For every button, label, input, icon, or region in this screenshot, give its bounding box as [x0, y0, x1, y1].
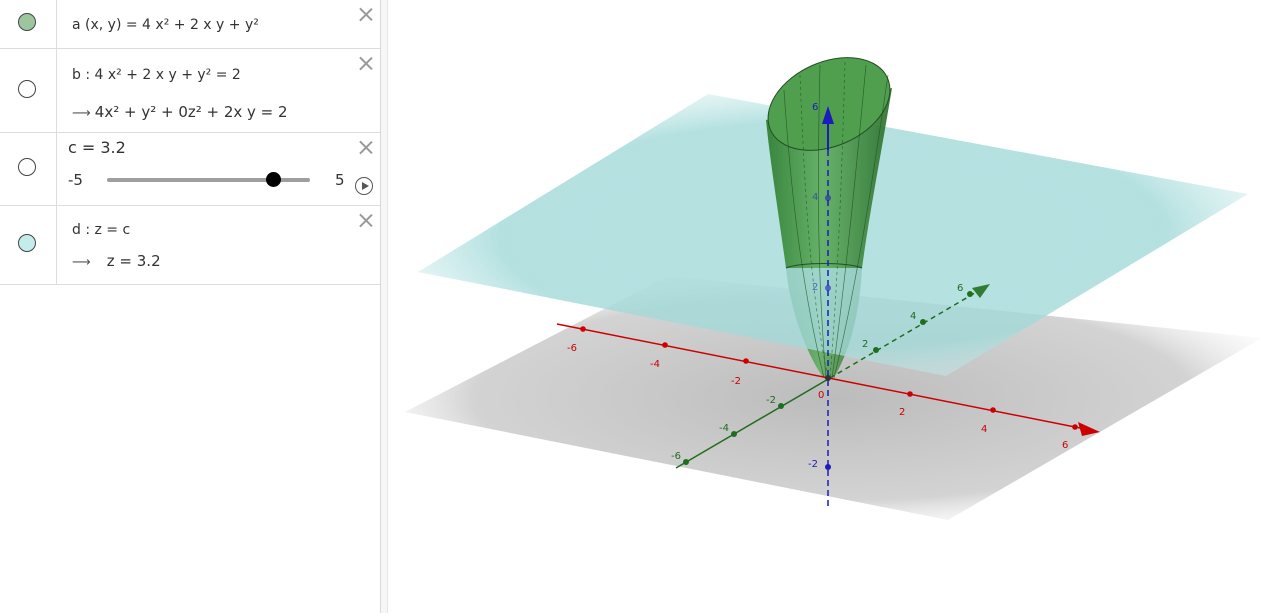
algebra-row-d[interactable]: d : z = c ⟶ z = 3.2 — [0, 206, 380, 285]
x-tick-label: -2 — [731, 376, 741, 387]
x-tick — [907, 391, 913, 397]
z-tick-label: 4 — [812, 192, 818, 203]
z-tick-label: -2 — [808, 459, 818, 470]
marble-column — [0, 49, 57, 132]
algebra-row-c[interactable]: c = 3.2 — [0, 133, 380, 206]
visibility-toggle-c[interactable] — [18, 158, 36, 176]
y-tick-label: 2 — [862, 339, 868, 350]
x-tick-label: 4 — [981, 424, 987, 435]
y-tick — [731, 431, 737, 437]
x-tick-label: -6 — [567, 343, 577, 354]
y-tick-label: 6 — [957, 283, 963, 294]
y-tick — [873, 347, 879, 353]
close-icon[interactable] — [357, 6, 374, 23]
slider-max-label: 5 — [335, 171, 345, 189]
definition-c[interactable]: c = 3.2 — [68, 138, 126, 157]
graphics-3d-canvas[interactable]: -6 -4 -2 2 4 6 -6 -4 -2 2 4 6 -2 2 4 6 0 — [388, 0, 1280, 613]
definition-d[interactable]: d : z = c — [72, 222, 130, 238]
output-d: ⟶ z = 3.2 — [72, 252, 161, 270]
z-tick-label: 2 — [812, 282, 818, 293]
y-tick — [967, 291, 973, 297]
origin-point — [825, 375, 831, 381]
definition-a[interactable]: a (x, y) = 4 x² + 2 x y + y² — [72, 17, 259, 33]
z-tick — [825, 285, 831, 291]
close-icon[interactable] — [357, 55, 374, 72]
arrow-right-icon: ⟶ — [72, 106, 91, 121]
z-tick-label: 6 — [812, 102, 818, 113]
z-tick — [825, 195, 831, 201]
y-tick — [920, 319, 926, 325]
visibility-toggle-a[interactable] — [18, 13, 36, 31]
x-tick — [580, 326, 586, 332]
view-divider[interactable] — [380, 0, 388, 613]
x-tick — [1072, 424, 1078, 430]
marble-column — [0, 0, 57, 48]
close-icon[interactable] — [357, 212, 374, 229]
x-tick — [743, 358, 749, 364]
z-tick — [825, 464, 831, 470]
algebra-view: a (x, y) = 4 x² + 2 x y + y² b : 4 x² + … — [0, 0, 380, 613]
x-tick-label: 2 — [899, 407, 905, 418]
play-icon[interactable] — [355, 177, 373, 195]
output-d-text: z = 3.2 — [106, 252, 161, 270]
x-tick-label: 6 — [1062, 440, 1068, 451]
y-tick — [683, 459, 689, 465]
y-tick-label: 4 — [910, 311, 916, 322]
algebra-row-a[interactable]: a (x, y) = 4 x² + 2 x y + y² — [0, 0, 380, 49]
y-tick — [778, 403, 784, 409]
arrow-right-icon: ⟶ — [72, 255, 91, 270]
x-tick — [990, 407, 996, 413]
output-b-text: 4x² + y² + 0z² + 2x y = 2 — [94, 103, 288, 121]
graphics-3d-view[interactable]: -6 -4 -2 2 4 6 -6 -4 -2 2 4 6 -2 2 4 6 0 — [388, 0, 1280, 613]
algebra-row-b[interactable]: b : 4 x² + 2 x y + y² = 2 ⟶ 4x² + y² + 0… — [0, 49, 380, 133]
y-tick-label: -2 — [766, 395, 776, 406]
origin-label: 0 — [818, 390, 824, 401]
marble-column — [0, 133, 57, 205]
x-tick — [662, 342, 668, 348]
visibility-toggle-d[interactable] — [18, 234, 36, 252]
marble-column — [0, 206, 57, 284]
x-tick-label: -4 — [650, 359, 660, 370]
visibility-toggle-b[interactable] — [18, 80, 36, 98]
y-tick-label: -6 — [671, 451, 681, 462]
output-b: ⟶ 4x² + y² + 0z² + 2x y = 2 — [72, 103, 288, 121]
close-icon[interactable] — [357, 139, 374, 156]
slider-min-label: -5 — [68, 171, 83, 189]
y-tick-label: -4 — [719, 423, 729, 434]
definition-b[interactable]: b : 4 x² + 2 x y + y² = 2 — [72, 67, 241, 83]
